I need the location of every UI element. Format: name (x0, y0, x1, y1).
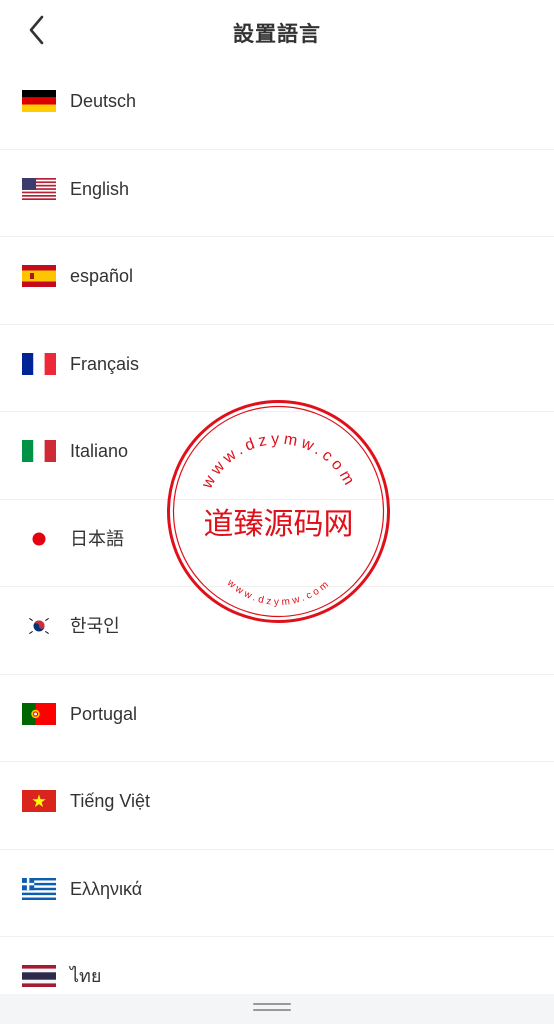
language-label: español (70, 266, 134, 286)
greece-flag-icon (22, 877, 56, 900)
language-item-japanese[interactable]: 日本語 (0, 500, 554, 587)
drag-handle-icon[interactable] (253, 1003, 291, 1013)
language-label: Tiếng Việt (70, 791, 151, 811)
language-item-greek[interactable]: Ελληνικά (0, 850, 554, 937)
language-item-espanol[interactable]: español (0, 237, 554, 325)
spain-flag-icon (22, 265, 56, 287)
language-label: Italiano (70, 441, 129, 461)
language-item-italiano[interactable]: Italiano (0, 412, 554, 500)
language-label: Ελληνικά (70, 878, 143, 899)
germany-flag-icon (22, 90, 56, 112)
language-item-deutsch[interactable]: Deutsch (0, 62, 554, 150)
language-label: Deutsch (70, 91, 137, 111)
korea-flag-icon (22, 615, 56, 637)
language-item-korean[interactable]: 한국인 (0, 587, 554, 675)
language-label: English (70, 178, 130, 199)
bottom-bar (0, 994, 554, 1024)
language-list: Deutsch English español Français Italian… (0, 62, 554, 1024)
header: 設置語言 (0, 0, 554, 62)
language-label: 한국인 (70, 616, 120, 636)
language-item-english[interactable]: English (0, 150, 554, 237)
usa-flag-icon (22, 177, 56, 200)
language-label: 日本語 (70, 528, 124, 549)
language-label: Portugal (70, 703, 138, 724)
language-item-vietnamese[interactable]: Tiếng Việt (0, 762, 554, 850)
thailand-flag-icon (22, 965, 56, 987)
language-label: ไทย (70, 966, 102, 986)
japan-flag-icon (22, 527, 56, 550)
italy-flag-icon (22, 440, 56, 462)
portugal-flag-icon (22, 702, 56, 725)
france-flag-icon (22, 352, 56, 375)
page-title: 設置語言 (233, 23, 321, 46)
language-label: Français (70, 353, 140, 374)
language-item-francais[interactable]: Français (0, 325, 554, 412)
language-item-portugal[interactable]: Portugal (0, 675, 554, 762)
vietnam-flag-icon (22, 790, 56, 812)
